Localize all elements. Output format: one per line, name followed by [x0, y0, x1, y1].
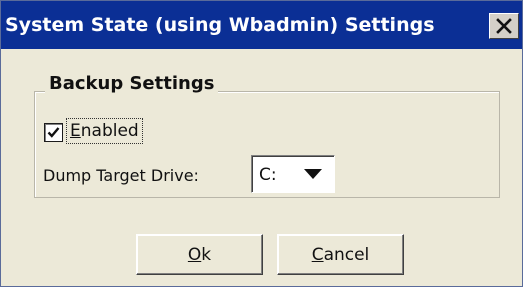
enabled-checkbox[interactable]: [44, 123, 63, 142]
close-button[interactable]: [489, 13, 519, 39]
dropdown-arrow-icon[interactable]: [304, 169, 322, 180]
dump-target-drive-label: Dump Target Drive:: [43, 166, 199, 185]
backup-settings-legend: Backup Settings: [45, 73, 219, 95]
checkmark-icon: [47, 127, 60, 138]
cancel-button[interactable]: Cancel: [277, 234, 404, 275]
window-title: System State (using Wbadmin) Settings: [5, 14, 435, 36]
enabled-label[interactable]: Enabled: [66, 118, 143, 144]
ok-button[interactable]: Ok: [136, 234, 263, 275]
dump-target-drive-select[interactable]: C:: [251, 155, 335, 193]
selected-drive: C:: [259, 165, 277, 185]
settings-dialog: System State (using Wbadmin) Settings Ba…: [0, 0, 523, 287]
close-icon: [496, 18, 512, 34]
title-bar[interactable]: System State (using Wbadmin) Settings: [1, 1, 522, 49]
